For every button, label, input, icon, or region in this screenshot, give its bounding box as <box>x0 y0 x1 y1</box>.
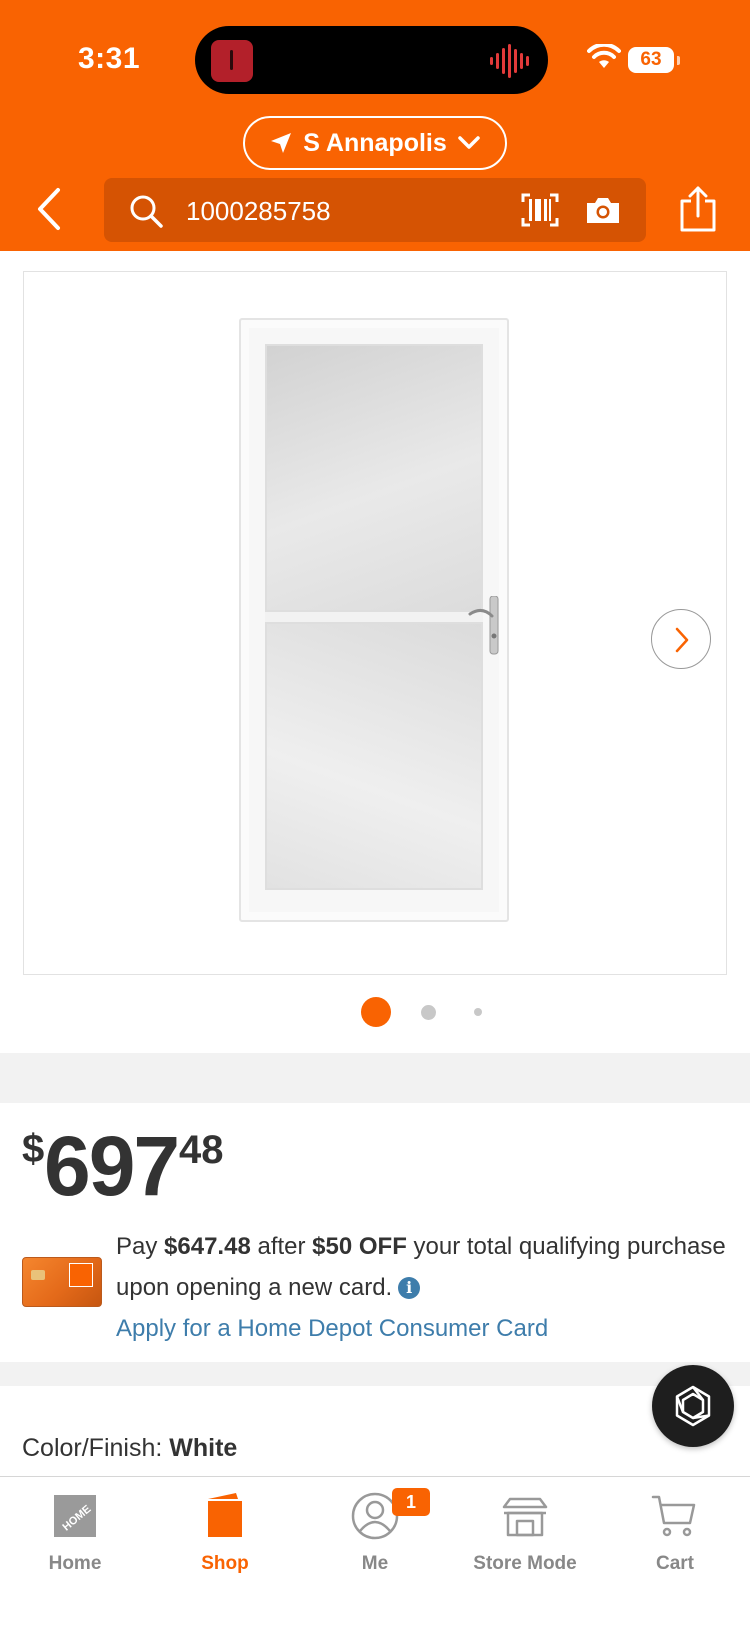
price-currency: $ <box>22 1127 45 1171</box>
tab-label: Store Mode <box>473 1553 577 1574</box>
wifi-icon <box>587 44 621 68</box>
info-icon[interactable]: i <box>398 1277 421 1299</box>
tab-label: Cart <box>655 1553 694 1574</box>
tab-label: Shop <box>201 1553 249 1574</box>
promo-discount: $50 OFF <box>312 1233 407 1260</box>
store-icon <box>502 1497 548 1537</box>
home-depot-credit-card-image <box>22 1257 102 1307</box>
color-finish-title: Color/Finish: <box>22 1434 170 1462</box>
credit-card-promo: Pay $647.48 after $50 OFF your total qua… <box>116 1226 726 1349</box>
color-finish-value: White <box>169 1434 238 1462</box>
chevron-down-icon <box>458 136 480 149</box>
price-dollars: 697 <box>44 1119 180 1213</box>
tab-shop[interactable]: Shop <box>150 1477 300 1597</box>
barcode-scanner-icon[interactable] <box>521 193 559 227</box>
price-cents: 48 <box>179 1128 224 1172</box>
audio-waveform-icon <box>490 44 529 78</box>
product-image-gallery[interactable] <box>23 271 727 975</box>
color-finish-label: Color/Finish: White <box>22 1434 237 1463</box>
section-divider <box>0 1053 750 1103</box>
bottom-tab-bar: HOME Home Shop Me 1 Store Mode Cart <box>0 1476 750 1631</box>
home-depot-logo-icon: HOME <box>54 1495 96 1537</box>
status-time: 3:31 <box>78 42 141 75</box>
tab-label: Home <box>48 1553 102 1574</box>
search-bar[interactable]: 1000285758 <box>104 178 646 242</box>
chat-assistant-button[interactable] <box>652 1365 734 1447</box>
store-location-name: S Annapolis <box>303 128 447 157</box>
promo-discounted-price: $647.48 <box>164 1233 251 1260</box>
tab-store-mode[interactable]: Store Mode <box>450 1477 600 1597</box>
apply-card-link[interactable]: Apply for a Home Depot Consumer Card <box>116 1315 548 1342</box>
cart-icon <box>651 1495 696 1537</box>
search-icon <box>130 195 163 228</box>
location-arrow-icon <box>271 133 292 153</box>
promo-text: Pay <box>116 1233 165 1260</box>
door-rail <box>265 612 483 622</box>
back-arrow-icon[interactable] <box>30 186 70 232</box>
chevron-right-icon <box>675 627 689 653</box>
battery-indicator: 63 <box>628 47 680 73</box>
promo-text: after <box>250 1233 313 1260</box>
door-glass-bottom <box>265 622 483 890</box>
tab-label: Me <box>361 1553 389 1574</box>
section-divider <box>0 1362 750 1386</box>
tab-cart[interactable]: Cart <box>600 1477 750 1597</box>
home-depot-logo-icon <box>69 1263 93 1287</box>
pagination-dot[interactable] <box>421 1005 436 1020</box>
notification-badge: 1 <box>392 1488 430 1516</box>
door-handle-icon <box>468 596 499 655</box>
tab-home[interactable]: HOME Home <box>0 1477 150 1597</box>
product-image-storm-door <box>239 318 509 922</box>
assistant-hexagon-icon <box>675 1385 711 1427</box>
store-location-selector[interactable]: S Annapolis <box>243 116 507 170</box>
pagination-dot[interactable] <box>474 1008 482 1016</box>
header: 3:31 63 S Annapolis 1000285758 <box>0 0 750 251</box>
dynamic-island <box>195 26 548 94</box>
camera-icon[interactable] <box>585 195 621 225</box>
gallery-pagination <box>0 997 750 1031</box>
live-activity-app-icon <box>211 40 253 82</box>
pagination-dot-active[interactable] <box>361 997 391 1027</box>
door-glass-top <box>265 344 483 612</box>
gallery-next-button[interactable] <box>651 609 711 669</box>
share-icon[interactable] <box>678 186 718 232</box>
shop-bucket-icon <box>208 1493 242 1537</box>
card-chip <box>31 1270 45 1280</box>
search-input[interactable]: 1000285758 <box>186 196 331 227</box>
